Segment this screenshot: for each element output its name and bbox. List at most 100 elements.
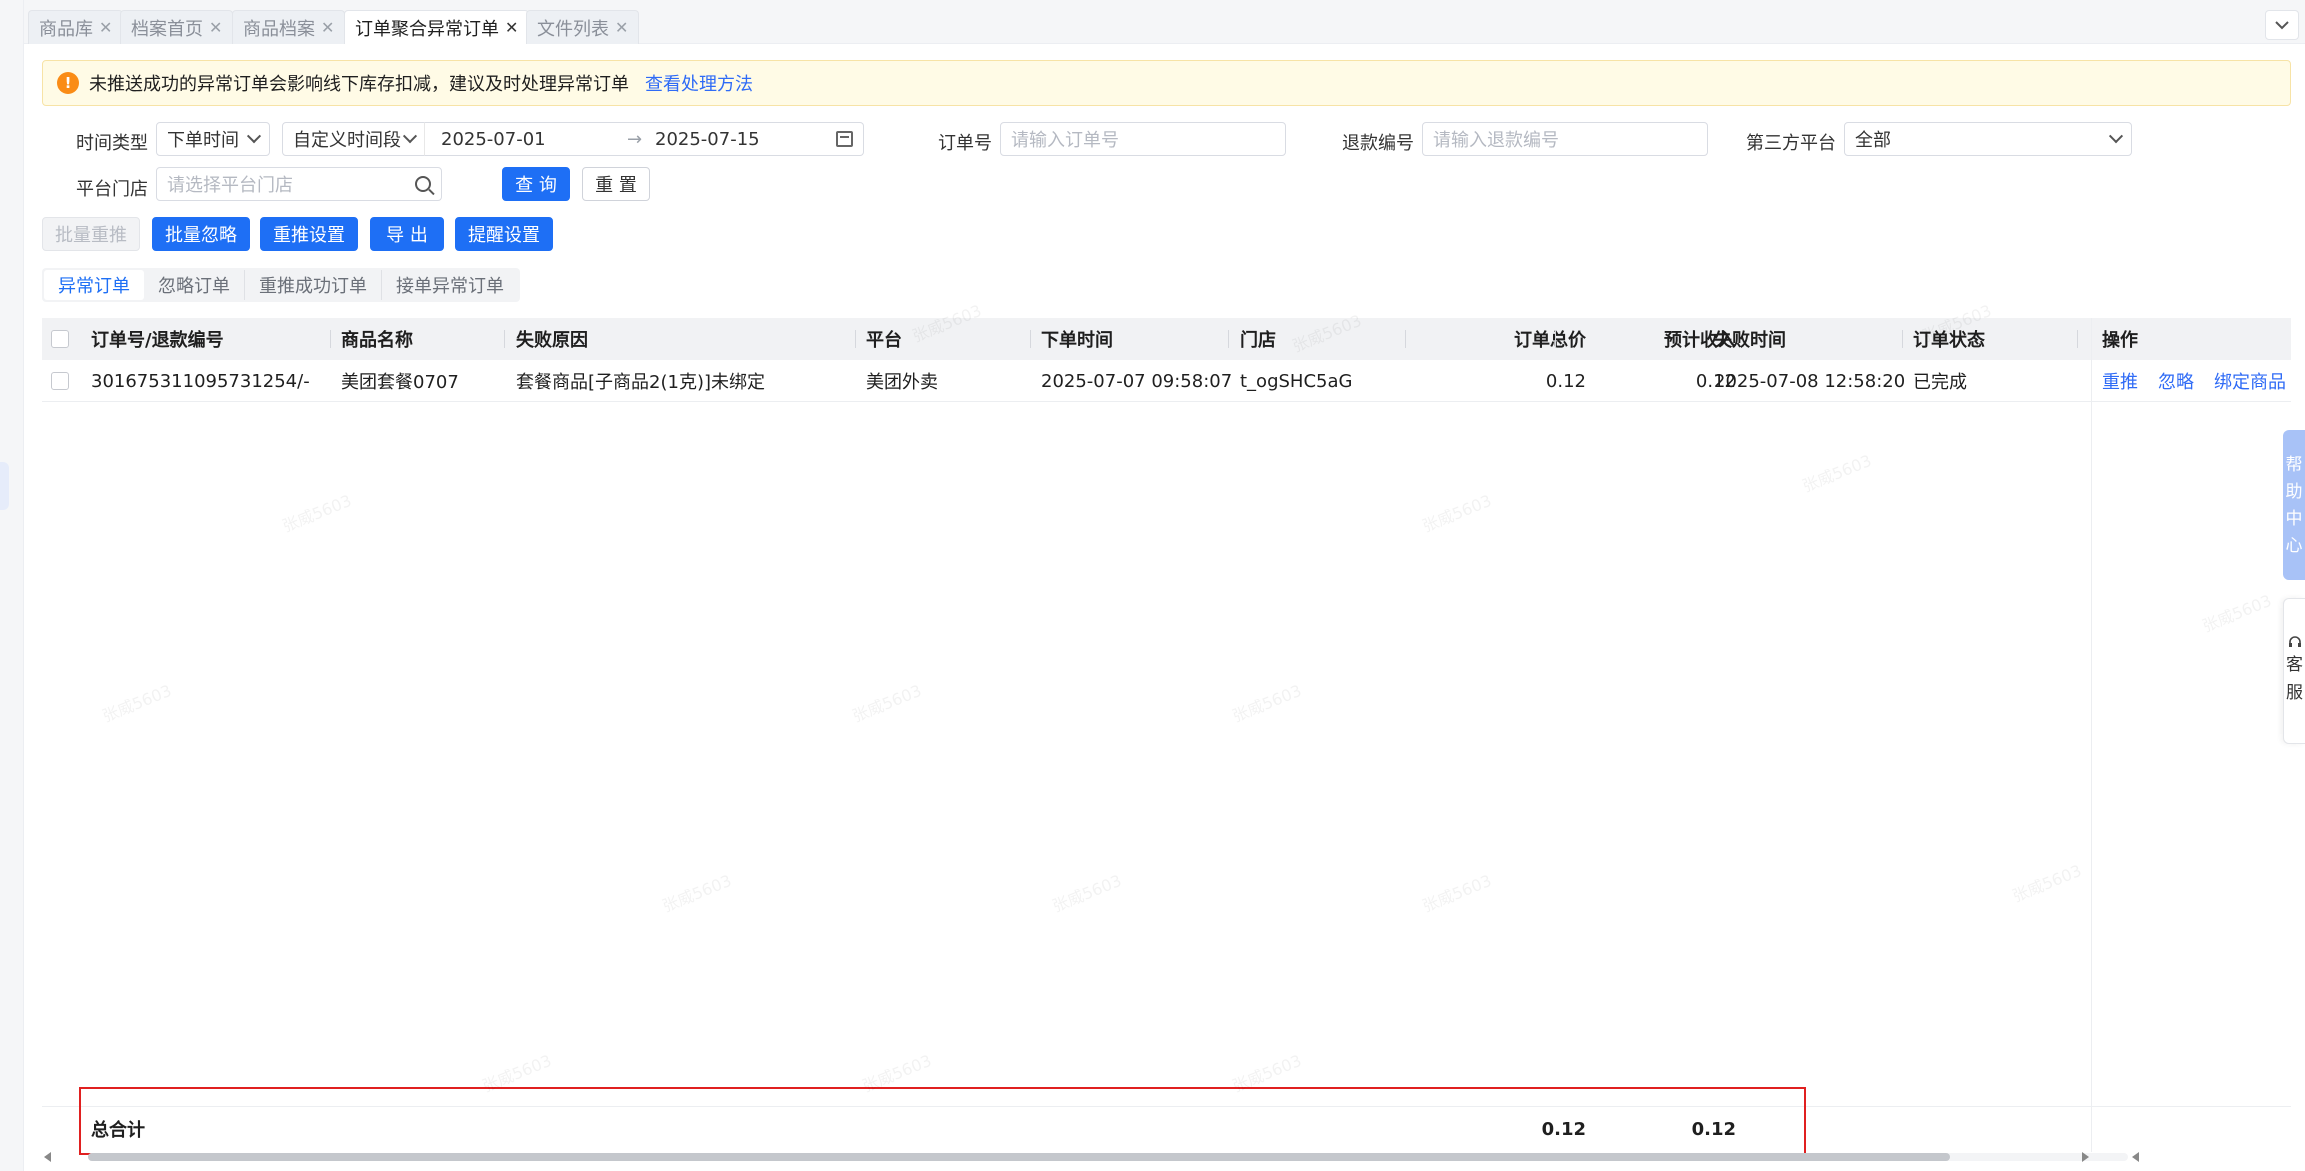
- refund-no-input[interactable]: 请输入退款编号: [1422, 122, 1708, 156]
- watermark: 张威5603: [279, 490, 355, 536]
- cell-fail-time: 2025-07-08 12:58:20: [1714, 370, 1906, 392]
- customer-service-char: 服: [2286, 683, 2303, 703]
- platform-label: 第三方平台: [1746, 133, 1836, 154]
- help-center-char: 帮: [2285, 455, 2303, 475]
- column-divider: [1030, 330, 1031, 348]
- close-icon[interactable]: ✕: [209, 18, 222, 37]
- watermark: 张威5603: [99, 680, 175, 726]
- customer-service-widget[interactable]: 客 服: [2283, 598, 2305, 744]
- arrow-right-icon: →: [627, 128, 643, 150]
- tab-more-button[interactable]: [2265, 10, 2299, 40]
- help-center-widget[interactable]: 帮 助 中 心: [2283, 430, 2305, 580]
- help-center-char: 中: [2285, 509, 2303, 529]
- watermark: 张威5603: [1419, 490, 1495, 536]
- watermark: 张威5603: [479, 1050, 555, 1096]
- subtab-ignored[interactable]: 忽略订单: [144, 270, 245, 300]
- refund-no-label: 退款编号: [1342, 133, 1414, 154]
- scroll-left-icon[interactable]: [2132, 1152, 2139, 1162]
- column-divider: [330, 330, 331, 348]
- view-solution-link[interactable]: 查看处理方法: [645, 70, 753, 96]
- time-range-mode-select[interactable]: 自定义时间段: [282, 122, 426, 156]
- platform-value: 全部: [1855, 130, 1891, 151]
- watermark: 张威5603: [2009, 860, 2085, 906]
- close-icon[interactable]: ✕: [321, 18, 334, 37]
- repush-settings-button[interactable]: 重推设置: [260, 217, 358, 251]
- time-type-label: 时间类型: [76, 133, 148, 154]
- scroll-thumb[interactable]: [88, 1153, 1950, 1161]
- subtab-repush-success[interactable]: 重推成功订单: [245, 270, 382, 300]
- column-divider: [855, 330, 856, 348]
- order-no-input[interactable]: 请输入订单号: [1000, 122, 1286, 156]
- platform-select[interactable]: 全部: [1844, 122, 2132, 156]
- close-icon[interactable]: ✕: [99, 18, 112, 37]
- cell-income: 0.12: [1695, 370, 1736, 392]
- tab-abnormal-orders[interactable]: 订单聚合异常订单 ✕: [344, 10, 530, 44]
- subtab-accept-abnormal[interactable]: 接单异常订单: [382, 270, 518, 300]
- col-order-no: 订单号/退款编号: [91, 330, 224, 351]
- tab-file-list[interactable]: 文件列表 ✕: [526, 10, 640, 44]
- left-nav-indicator: [0, 462, 9, 510]
- cell-platform: 美团外卖: [866, 372, 938, 393]
- left-nav-strip: [0, 0, 24, 1171]
- col-store: 门店: [1240, 330, 1276, 351]
- col-reason: 失败原因: [516, 330, 588, 351]
- col-status: 订单状态: [1913, 330, 1985, 351]
- summary-label: 总合计: [91, 1120, 145, 1141]
- table-row: 301675311095731254/- 美团套餐0707 套餐商品[子商品2(…: [42, 360, 2291, 402]
- select-all-checkbox[interactable]: [51, 330, 69, 348]
- order-no-label: 订单号: [938, 133, 992, 154]
- tab-label: 商品库: [39, 18, 93, 40]
- subtab-abnormal[interactable]: 异常订单: [44, 270, 144, 300]
- chevron-down-icon: [2108, 129, 2124, 144]
- cell-order-no: 301675311095731254/-: [91, 370, 310, 392]
- watermark: 张威5603: [859, 1050, 935, 1096]
- horizontal-scrollbar[interactable]: [42, 1150, 2291, 1164]
- scroll-left-icon[interactable]: [44, 1152, 51, 1162]
- summary-income: 0.12: [1691, 1118, 1736, 1140]
- date-range-picker[interactable]: 2025-07-01 → 2025-07-15: [424, 122, 864, 156]
- batch-repush-button[interactable]: 批量重推: [42, 217, 140, 251]
- col-income: 预计收入: [1664, 330, 1736, 351]
- order-subtabs: 异常订单 忽略订单 重推成功订单 接单异常订单: [42, 268, 520, 302]
- store-label: 平台门店: [76, 179, 148, 200]
- tab-archive-home[interactable]: 档案首页 ✕: [120, 10, 234, 44]
- query-button[interactable]: 查 询: [502, 167, 570, 201]
- tab-product-library[interactable]: 商品库 ✕: [28, 10, 124, 44]
- row-checkbox[interactable]: [51, 372, 69, 390]
- close-icon[interactable]: ✕: [505, 18, 518, 37]
- col-platform: 平台: [866, 330, 902, 351]
- store-select[interactable]: 请选择平台门店: [156, 167, 442, 201]
- col-total: 订单总价: [1514, 330, 1586, 351]
- chevron-down-icon: [2275, 21, 2289, 30]
- customer-service-char: 客: [2286, 655, 2303, 675]
- column-divider: [504, 330, 505, 348]
- watermark: 张威5603: [1229, 680, 1305, 726]
- tab-label: 档案首页: [131, 18, 203, 40]
- time-type-select[interactable]: 下单时间: [156, 122, 270, 156]
- col-fail-time: 失败时间: [1714, 330, 1786, 351]
- tab-label: 订单聚合异常订单: [355, 18, 499, 40]
- watermark: 张威5603: [1049, 870, 1125, 916]
- date-start[interactable]: 2025-07-01: [441, 129, 546, 150]
- chevron-down-icon: [402, 129, 418, 144]
- column-divider: [1555, 330, 1556, 348]
- export-button[interactable]: 导 出: [370, 217, 444, 251]
- column-divider: [1902, 330, 1903, 348]
- scroll-right-icon[interactable]: [2082, 1152, 2089, 1162]
- tab-product-archive[interactable]: 商品档案 ✕: [232, 10, 346, 44]
- store-placeholder: 请选择平台门店: [167, 175, 293, 196]
- watermark: 张威5603: [1229, 1050, 1305, 1096]
- cell-status: 已完成: [1913, 372, 1967, 393]
- headset-icon: [2288, 636, 2301, 647]
- watermark: 张威5603: [849, 680, 925, 726]
- column-divider: [1405, 330, 1406, 348]
- reset-button[interactable]: 重 置: [582, 167, 650, 201]
- batch-ignore-button[interactable]: 批量忽略: [152, 217, 250, 251]
- column-divider: [2077, 330, 2078, 348]
- tab-label: 商品档案: [243, 18, 315, 40]
- close-icon[interactable]: ✕: [615, 18, 628, 37]
- refund-no-placeholder: 请输入退款编号: [1433, 130, 1559, 151]
- reminder-settings-button[interactable]: 提醒设置: [455, 217, 553, 251]
- calendar-icon[interactable]: [836, 131, 853, 147]
- date-end[interactable]: 2025-07-15: [655, 129, 760, 150]
